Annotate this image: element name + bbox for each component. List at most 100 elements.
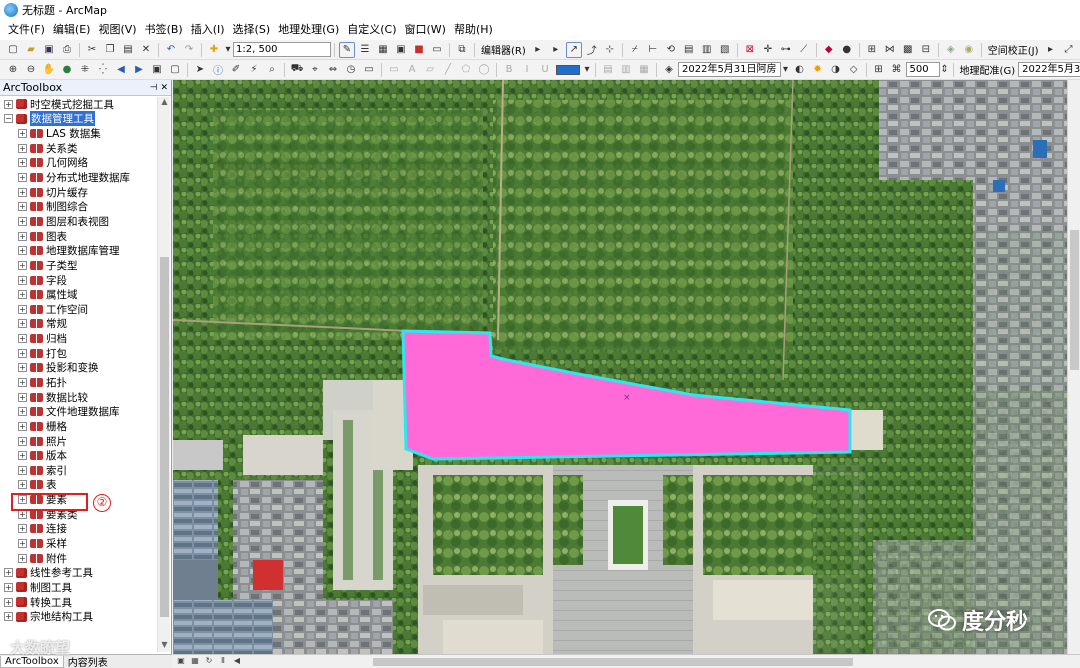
pan-icon[interactable]: ✋ <box>41 62 57 78</box>
edit-annotation-icon[interactable]: ▸ <box>548 42 564 58</box>
expand-icon[interactable]: + <box>18 348 27 358</box>
toolset-item[interactable]: + 照片 <box>0 434 156 449</box>
fill-color-swatch[interactable] <box>556 64 580 75</box>
zoom-in-icon[interactable]: ⊕ <box>5 62 21 78</box>
toolset-item[interactable]: + 地理数据库管理 <box>0 243 156 258</box>
close-icon[interactable]: ✕ <box>160 83 168 93</box>
expand-icon[interactable]: + <box>4 99 13 109</box>
menu-selection[interactable]: 选择(S) <box>229 20 275 40</box>
expand-icon[interactable]: + <box>18 187 27 197</box>
menu-edit[interactable]: 编辑(E) <box>49 20 95 40</box>
expand-icon[interactable]: + <box>18 290 27 300</box>
scroll-down-icon[interactable]: ▼ <box>158 640 171 652</box>
toolset-item[interactable]: + 表 <box>0 478 156 493</box>
fixed-zoom-out-icon[interactable]: ⁛ <box>95 62 111 78</box>
font-bold-icon[interactable]: B <box>501 62 517 78</box>
tab-table-of-contents[interactable]: 内容列表 <box>64 654 112 668</box>
spinner-icon[interactable]: ⇕ <box>940 62 948 78</box>
expand-icon[interactable]: + <box>18 524 27 534</box>
select-features-icon[interactable]: ▣ <box>149 62 165 78</box>
toolset-item[interactable]: + 子类型 <box>0 258 156 273</box>
add-control-points-icon[interactable]: ✛ <box>760 42 776 58</box>
expand-icon[interactable]: + <box>18 377 27 387</box>
toolbox-item[interactable]: + 时空模式挖掘工具 <box>0 97 156 112</box>
create-features-icon[interactable]: ▧ <box>717 42 733 58</box>
hyperlink-icon[interactable]: ⚡ <box>246 62 262 78</box>
find-icon[interactable]: ⌕ <box>264 62 280 78</box>
sketch-properties-icon[interactable]: ▥ <box>699 42 715 58</box>
search-window-icon[interactable]: ▣ <box>393 42 409 58</box>
redo-icon[interactable]: ↷ <box>181 42 197 58</box>
raster-icon[interactable]: ◉ <box>961 42 977 58</box>
georeferencing-layer-dropdown[interactable]: 2022年5月31日阿房宫 <box>1018 62 1080 77</box>
layer-icon[interactable]: ◈ <box>943 42 959 58</box>
scroll-left-icon[interactable]: ◀ <box>231 656 243 667</box>
dropdown-arrow-icon[interactable]: ▾ <box>224 42 232 58</box>
toolbox-item[interactable]: + 宗地结构工具 <box>0 609 156 624</box>
fixed-zoom-in-icon[interactable]: ⁜ <box>77 62 93 78</box>
forward-extent-icon[interactable]: ▶ <box>131 62 147 78</box>
transparency-icon[interactable]: ◇ <box>846 62 862 78</box>
map-scale-input[interactable]: 1:2, 500 <box>233 42 331 57</box>
sun-icon[interactable]: ✹ <box>810 62 826 78</box>
expand-icon[interactable]: + <box>18 553 27 563</box>
menu-insert[interactable]: 插入(I) <box>187 20 229 40</box>
layer-properties-icon[interactable]: ▤ <box>600 62 616 78</box>
toolset-item[interactable]: + 版本 <box>0 448 156 463</box>
print-icon[interactable]: ⎙ <box>59 42 75 58</box>
toolbox-item[interactable]: + 线性参考工具 <box>0 566 156 581</box>
attributes-icon[interactable]: ▤ <box>681 42 697 58</box>
expand-icon[interactable]: + <box>18 539 27 549</box>
toolset-item[interactable]: + 几何网络 <box>0 156 156 171</box>
toolset-item[interactable]: + 常规 <box>0 317 156 332</box>
python-window-icon[interactable]: ▭ <box>429 42 445 58</box>
editor-menu[interactable]: 编辑器(R) <box>478 42 529 57</box>
toolset-item[interactable]: + 切片缓存 <box>0 185 156 200</box>
font-underline-icon[interactable]: U <box>537 62 553 78</box>
layout-view-icon[interactable]: ▣ <box>175 656 187 667</box>
toolset-item[interactable]: + 采样 <box>0 536 156 551</box>
add-data-icon[interactable]: ✚ <box>206 42 222 58</box>
expand-icon[interactable]: + <box>18 260 27 270</box>
toolset-item[interactable]: + 属性域 <box>0 287 156 302</box>
save-icon[interactable]: ▣ <box>41 42 57 58</box>
expand-icon[interactable]: + <box>4 597 13 607</box>
zoom-out-icon[interactable]: ⊖ <box>23 62 39 78</box>
measure-icon[interactable]: ⇔ <box>325 62 341 78</box>
displacement-link-icon[interactable]: ⟋ <box>796 42 812 58</box>
collapse-icon[interactable]: − <box>4 114 13 124</box>
map-horizontal-scrollbar[interactable]: ▣ ▦ ↻ Ⅱ ◀ <box>173 654 1080 668</box>
topology-icon[interactable]: ⊞ <box>864 42 880 58</box>
toolset-item[interactable]: + 索引 <box>0 463 156 478</box>
expand-icon[interactable]: + <box>18 421 27 431</box>
dropdown-arrow-icon[interactable]: ▾ <box>583 62 591 78</box>
expand-icon[interactable]: + <box>18 158 27 168</box>
attribute-table-icon[interactable]: ▥ <box>618 62 634 78</box>
georeferencing-menu[interactable]: 地理配准(G) <box>957 62 1019 77</box>
menu-geoprocessing[interactable]: 地理处理(G) <box>274 20 343 40</box>
toolset-item[interactable]: + 图层和表视图 <box>0 214 156 229</box>
full-extent-icon[interactable]: ● <box>59 62 75 78</box>
edit-vertices-icon[interactable]: ⤴ <box>584 42 600 58</box>
cut-polygons-icon[interactable]: ⌿ <box>627 42 643 58</box>
expand-icon[interactable]: + <box>18 173 27 183</box>
draw-rectangle-icon[interactable]: ▭ <box>386 62 402 78</box>
toolset-item[interactable]: + 字段 <box>0 273 156 288</box>
expand-icon[interactable]: + <box>18 129 27 139</box>
date-layer-dropdown[interactable]: 2022年5月31日阿房 <box>678 62 781 77</box>
select-elements-arrow-icon[interactable]: ➤ <box>192 62 208 78</box>
color-palette-icon[interactable]: ◆ <box>821 42 837 58</box>
font-italic-icon[interactable]: I <box>519 62 535 78</box>
spatial-adjustment-menu[interactable]: 空间校正(J) <box>985 42 1042 57</box>
find-route-icon[interactable]: ⛟ <box>289 62 305 78</box>
toolbox-item[interactable]: + 制图工具 <box>0 580 156 595</box>
editor-toolbar-icon[interactable]: ✎ <box>339 41 355 58</box>
expand-icon[interactable]: + <box>18 407 27 417</box>
expand-icon[interactable]: + <box>4 582 13 592</box>
toolset-item[interactable]: + 图表 <box>0 229 156 244</box>
expand-icon[interactable]: + <box>18 275 27 285</box>
paste-icon[interactable]: ▤ <box>120 42 136 58</box>
expand-icon[interactable]: + <box>18 436 27 446</box>
toolbox-item[interactable]: + 转换工具 <box>0 595 156 610</box>
draw-circle-icon[interactable]: ◯ <box>476 62 492 78</box>
